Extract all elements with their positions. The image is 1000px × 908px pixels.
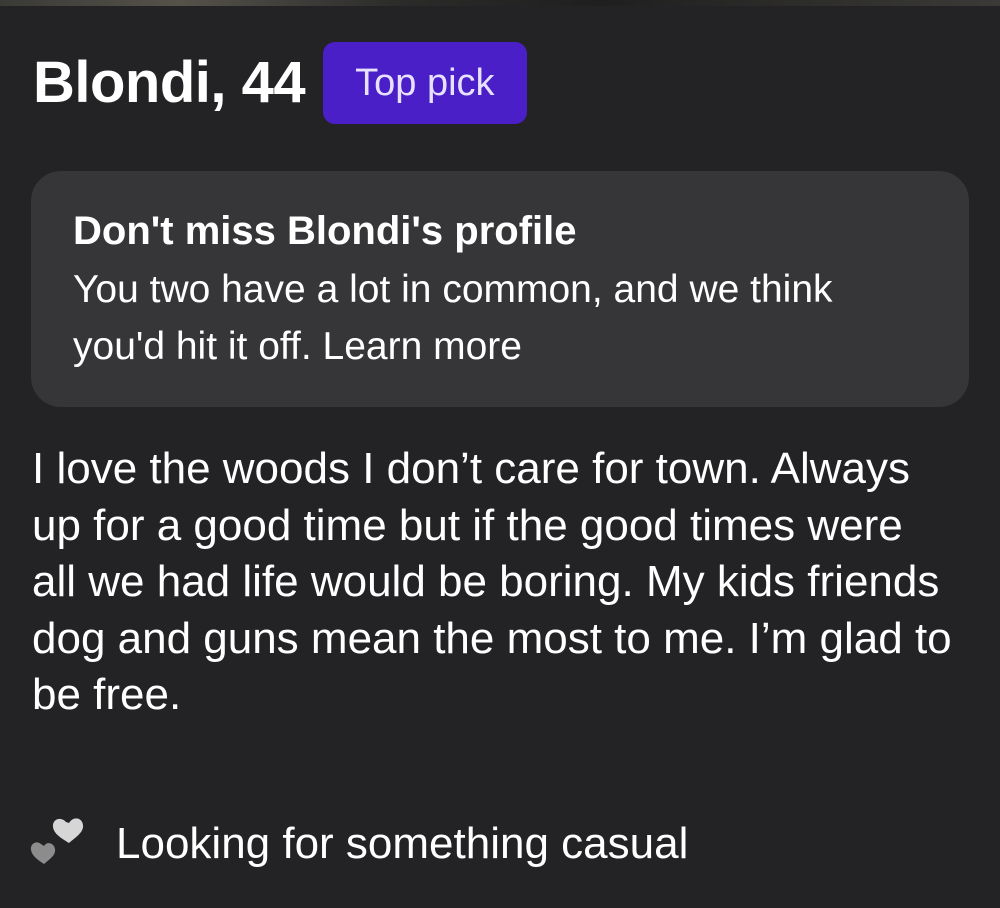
top-pick-badge: Top pick [323, 42, 527, 124]
two-hearts-icon [30, 816, 86, 872]
relationship-goal: Looking for something casual [30, 814, 688, 874]
profile-bio: I love the woods I don’t care for town. … [32, 444, 952, 719]
card-title: Don't miss Blondi's profile [73, 209, 577, 253]
profile-name-age: Blondi, 44 [33, 50, 306, 115]
profile-photo-edge [0, 0, 1000, 6]
profile-header: Blondi, 44 Top pick [33, 42, 527, 124]
looking-for-label: Looking for something casual [116, 819, 689, 868]
learn-more-link[interactable]: Learn more [323, 325, 522, 368]
heart-front [30, 842, 56, 864]
card-body: You two have a lot in common, and we thi… [73, 261, 929, 375]
heart-back [52, 818, 84, 843]
top-pick-info-card: Don't miss Blondi's profile You two have… [31, 171, 969, 407]
